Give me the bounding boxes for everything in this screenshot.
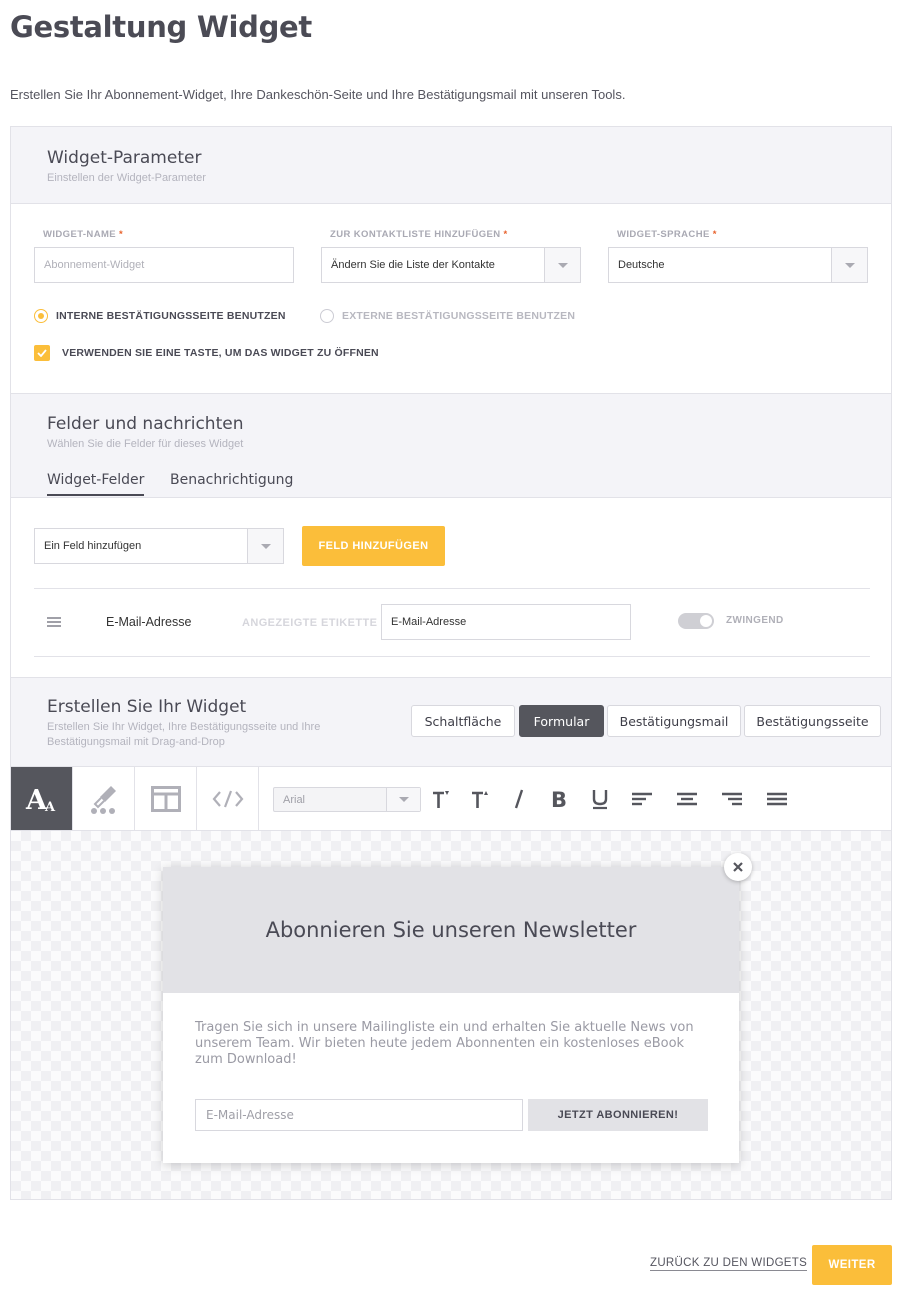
tab-widget-fields[interactable]: Widget-Felder bbox=[47, 472, 145, 496]
page-title: Gestaltung Widget bbox=[10, 10, 312, 44]
close-icon bbox=[733, 862, 743, 872]
displayed-label-caption: Angezeigte Etikette bbox=[242, 617, 378, 629]
view-button[interactable]: Schaltfläche bbox=[411, 705, 515, 737]
text-style-tool[interactable]: A A bbox=[11, 767, 73, 830]
chevron-down-icon[interactable] bbox=[247, 529, 283, 563]
align-left-icon bbox=[632, 792, 652, 806]
page-subtitle: Erstellen Sie Ihr Abonnement-Widget, Ihr… bbox=[10, 87, 626, 102]
font-family-select[interactable]: Arial bbox=[273, 787, 421, 812]
radio-external-label: Externe Bestätigungsseite benutzen bbox=[342, 310, 576, 322]
contact-list-label: Zur Kontaktliste hinzufügen * bbox=[330, 229, 508, 240]
chevron-down-icon[interactable] bbox=[544, 248, 580, 282]
displayed-label-input[interactable]: E-Mail-Adresse bbox=[381, 604, 631, 640]
close-preview-button[interactable] bbox=[724, 853, 752, 881]
align-center-icon bbox=[677, 792, 697, 806]
contact-list-select[interactable]: Ändern Sie die Liste der Kontakte bbox=[321, 247, 581, 283]
builder-title: Erstellen Sie Ihr Widget bbox=[47, 697, 247, 717]
divider bbox=[34, 656, 870, 657]
svg-text:B: B bbox=[551, 789, 567, 809]
params-title: Widget-Parameter bbox=[47, 148, 202, 168]
back-to-widgets-link[interactable]: Zurück zu den Widgets bbox=[650, 1257, 808, 1271]
next-button[interactable]: Weiter bbox=[812, 1245, 892, 1285]
svg-text:A: A bbox=[44, 800, 56, 814]
font-size-down-tool[interactable] bbox=[427, 785, 455, 813]
view-form[interactable]: Formular bbox=[519, 705, 604, 737]
open-button-label: Verwenden Sie eine Taste, um das Widget … bbox=[62, 347, 379, 359]
language-label: Widget-Sprache * bbox=[617, 229, 717, 240]
chevron-down-icon[interactable] bbox=[386, 788, 420, 811]
widget-design-card: Widget-Parameter Einstellen der Widget-P… bbox=[10, 126, 892, 1200]
font-style-icon: A A bbox=[25, 785, 56, 814]
eyedropper-icon bbox=[90, 785, 116, 814]
text-size-down-icon bbox=[433, 791, 449, 808]
widget-name-input[interactable]: Abonnement-Widget bbox=[34, 247, 294, 283]
align-center-tool[interactable] bbox=[673, 785, 701, 813]
preview-heading[interactable]: Abonnieren Sie unseren Newsletter bbox=[163, 867, 739, 993]
align-justify-icon bbox=[767, 792, 787, 806]
text-size-up-icon bbox=[472, 791, 488, 808]
font-size-up-tool[interactable] bbox=[466, 785, 494, 813]
check-icon bbox=[37, 349, 47, 357]
add-field-button[interactable]: Feld hinzufügen bbox=[302, 526, 445, 566]
open-button-checkbox[interactable] bbox=[34, 345, 50, 361]
align-left-tool[interactable] bbox=[628, 785, 656, 813]
drag-handle-icon[interactable] bbox=[47, 617, 61, 627]
fields-section-header: Felder und nachrichten Wählen Sie die Fe… bbox=[11, 393, 891, 498]
underline-tool[interactable] bbox=[586, 785, 614, 813]
params-subtitle: Einstellen der Widget-Parameter bbox=[47, 172, 206, 184]
justify-tool[interactable] bbox=[763, 785, 791, 813]
radio-internal-page[interactable] bbox=[34, 309, 48, 323]
bold-icon: B bbox=[551, 789, 567, 809]
radio-internal-label: Interne Bestätigungsseite benutzen bbox=[56, 310, 286, 322]
divider bbox=[34, 588, 870, 589]
preview-subscribe-button[interactable]: JETZT ABONNIEREN! bbox=[528, 1099, 708, 1131]
bold-tool[interactable]: B bbox=[545, 785, 573, 813]
preview-text[interactable]: Tragen Sie sich in unsere Mailingliste e… bbox=[195, 1020, 695, 1068]
layout-tool[interactable] bbox=[135, 767, 197, 830]
align-right-tool[interactable] bbox=[718, 785, 746, 813]
italic-icon bbox=[514, 789, 524, 809]
add-field-select[interactable]: Ein Feld hinzufügen bbox=[34, 528, 284, 564]
view-confirmation-page[interactable]: Bestätigungsseite bbox=[744, 705, 881, 737]
editor-toolbar: A A Arial B bbox=[11, 767, 891, 831]
radio-external-page[interactable] bbox=[320, 309, 334, 323]
view-confirmation-mail[interactable]: Bestätigungsmail bbox=[607, 705, 741, 737]
params-section-header: Widget-Parameter Einstellen der Widget-P… bbox=[11, 127, 891, 204]
code-tool[interactable] bbox=[197, 767, 259, 830]
code-icon bbox=[212, 790, 243, 807]
widget-name-label: Widget-Name * bbox=[43, 229, 124, 240]
field-name: E-Mail-Adresse bbox=[106, 615, 192, 629]
tab-notification[interactable]: Benachrichtigung bbox=[170, 472, 293, 494]
fields-subtitle: Wählen Sie die Felder für dieses Widget bbox=[47, 438, 244, 450]
underline-icon bbox=[592, 790, 608, 810]
builder-subtitle: Erstellen Sie Ihr Widget, Ihre Bestätigu… bbox=[47, 721, 321, 748]
italic-tool[interactable] bbox=[505, 785, 533, 813]
required-toggle[interactable] bbox=[678, 613, 714, 629]
required-toggle-label: Zwingend bbox=[726, 615, 784, 626]
align-right-icon bbox=[722, 792, 742, 806]
chevron-down-icon[interactable] bbox=[831, 248, 867, 282]
widget-preview[interactable]: Abonnieren Sie unseren Newsletter Tragen… bbox=[163, 867, 739, 1163]
color-picker-tool[interactable] bbox=[73, 767, 135, 830]
layout-columns-icon bbox=[150, 785, 181, 812]
language-select[interactable]: Deutsche bbox=[608, 247, 868, 283]
widget-canvas: Abonnieren Sie unseren Newsletter Tragen… bbox=[11, 831, 891, 1199]
preview-email-input[interactable]: E-Mail-Adresse bbox=[195, 1099, 523, 1131]
fields-title: Felder und nachrichten bbox=[47, 414, 244, 434]
